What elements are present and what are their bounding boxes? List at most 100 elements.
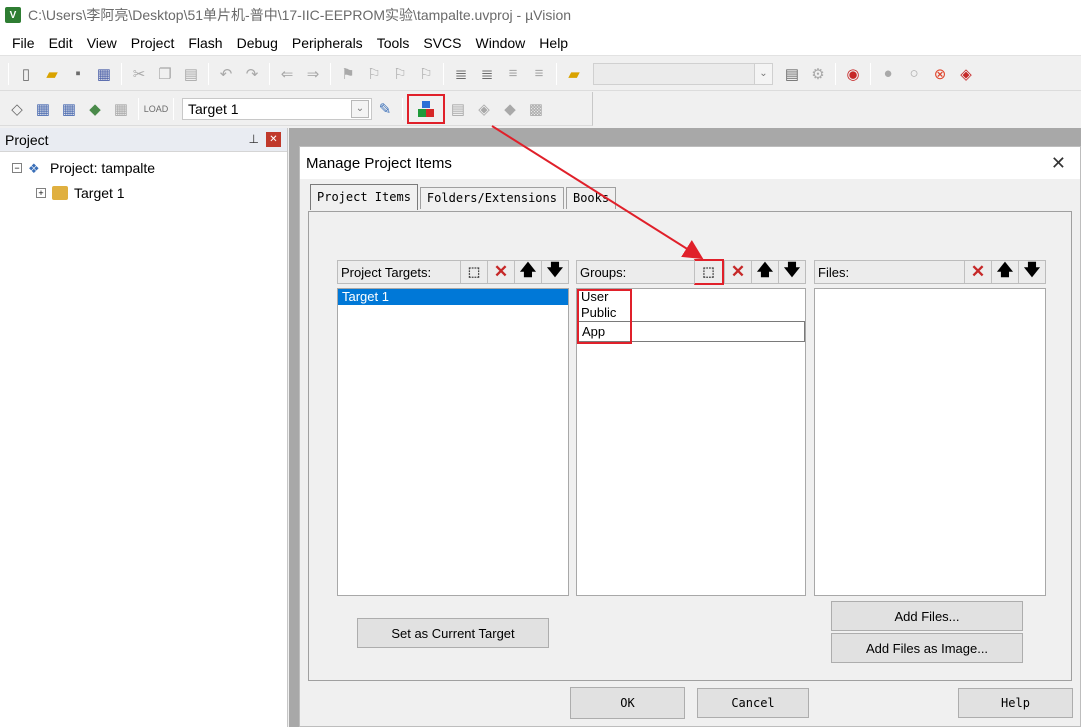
list-item[interactable]: Target 1: [338, 289, 568, 305]
download-icon[interactable]: LOAD: [143, 96, 169, 122]
chevron-down-icon[interactable]: ⌄: [754, 63, 772, 84]
save-all-icon[interactable]: ▦: [91, 61, 117, 87]
more-options-icon[interactable]: ◈: [953, 61, 979, 87]
breakpoint-icon[interactable]: ●: [875, 61, 901, 87]
chevron-down-icon[interactable]: ⌄: [351, 99, 369, 118]
clear-bookmarks-icon[interactable]: ⚐: [413, 61, 439, 87]
undo-icon[interactable]: ↶: [213, 61, 239, 87]
tree-item-target[interactable]: + Target 1: [36, 185, 125, 201]
comment-icon[interactable]: ≡: [500, 61, 526, 87]
cut-icon[interactable]: ✂: [126, 61, 152, 87]
move-down-icon[interactable]: 🡇: [541, 261, 568, 283]
tab-books[interactable]: Books: [565, 187, 617, 209]
menu-tools[interactable]: Tools: [370, 30, 417, 56]
nav-back-icon[interactable]: ⇐: [274, 61, 300, 87]
tree-item-project[interactable]: − ❖ Project: tampalte: [12, 160, 155, 176]
targets-header: Project Targets: ⬚ ✕ 🡅 🡇: [337, 260, 569, 284]
menu-peripherals[interactable]: Peripherals: [285, 30, 370, 56]
target-options-icon[interactable]: ✎: [372, 96, 398, 122]
dialog-title: Manage Project Items: [306, 154, 452, 172]
unindent-icon[interactable]: ≣: [474, 61, 500, 87]
files-header-label: Files:: [818, 264, 850, 280]
select-packs-icon[interactable]: ▤: [445, 96, 471, 122]
set-current-target-button[interactable]: Set as Current Target: [357, 618, 549, 648]
kill-breakpoints-icon[interactable]: ⊗: [927, 61, 953, 87]
delete-group-icon[interactable]: ✕: [724, 261, 751, 283]
debug-config-icon[interactable]: ⚙: [805, 61, 831, 87]
menu-flash[interactable]: Flash: [181, 30, 229, 56]
collapse-icon[interactable]: −: [12, 163, 22, 173]
pin-icon[interactable]: ⊥: [249, 132, 259, 146]
files-header: Files: ✕ 🡅 🡇: [814, 260, 1046, 284]
add-files-button[interactable]: Add Files...: [831, 601, 1023, 631]
disable-breakpoint-icon[interactable]: ○: [901, 61, 927, 87]
project-icon: ❖: [28, 161, 40, 176]
close-icon[interactable]: ✕: [1051, 153, 1066, 174]
indent-icon[interactable]: ≣: [448, 61, 474, 87]
build-icon[interactable]: ▦: [30, 96, 56, 122]
copy-icon[interactable]: ❐: [152, 61, 178, 87]
menu-file[interactable]: File: [5, 30, 42, 56]
save-icon[interactable]: ▪: [65, 61, 91, 87]
groups-list[interactable]: User Public App: [576, 288, 806, 596]
tab-project-items[interactable]: Project Items: [310, 184, 418, 210]
targets-list[interactable]: Target 1: [337, 288, 569, 596]
project-panel: Project ⊥ ✕ − ❖ Project: tampalte + Targ…: [0, 128, 288, 727]
toolbar-separator: [121, 62, 122, 85]
toolbar-separator: [835, 62, 836, 85]
menu-window[interactable]: Window: [469, 30, 533, 56]
move-down-icon[interactable]: 🡇: [778, 261, 805, 283]
new-group-icon[interactable]: ⬚: [694, 259, 724, 285]
targets-panel: Project Targets: ⬚ ✕ 🡅 🡇 Target 1: [337, 260, 569, 596]
move-up-icon[interactable]: 🡅: [751, 261, 778, 283]
pack-installer-icon[interactable]: ◆: [497, 96, 523, 122]
project-panel-title: Project: [5, 131, 49, 148]
menu-edit[interactable]: Edit: [42, 30, 80, 56]
start-debug-icon[interactable]: ◉: [840, 61, 866, 87]
next-bookmark-icon[interactable]: ⚐: [387, 61, 413, 87]
close-icon[interactable]: ✕: [266, 132, 281, 147]
groups-header: Groups: ⬚ ✕ 🡅 🡇: [576, 259, 806, 285]
delete-target-icon[interactable]: ✕: [487, 261, 514, 283]
move-up-icon[interactable]: 🡅: [514, 261, 541, 283]
ok-button[interactable]: OK: [570, 687, 685, 719]
paste-icon[interactable]: ▤: [178, 61, 204, 87]
delete-file-icon[interactable]: ✕: [964, 261, 991, 283]
dialog-tabs: Project Items Folders/Extensions Books: [310, 184, 618, 210]
target-select[interactable]: Target 1 ⌄: [182, 97, 372, 120]
files-list[interactable]: [814, 288, 1046, 596]
find-in-files-icon[interactable]: ▰: [561, 61, 587, 87]
tab-folders-extensions[interactable]: Folders/Extensions: [419, 187, 564, 209]
open-folder-icon[interactable]: ▰: [39, 61, 65, 87]
uncomment-icon[interactable]: ≡: [526, 61, 552, 87]
nav-forward-icon[interactable]: ⇒: [300, 61, 326, 87]
project-panel-header: Project ⊥ ✕: [0, 128, 287, 152]
stop-build-icon[interactable]: ▦: [108, 96, 134, 122]
menu-svcs[interactable]: SVCS: [416, 30, 468, 56]
batch-build-icon[interactable]: ◆: [82, 96, 108, 122]
find-combo[interactable]: ⌄: [593, 62, 773, 85]
prev-bookmark-icon[interactable]: ⚐: [361, 61, 387, 87]
menu-project[interactable]: Project: [124, 30, 182, 56]
add-files-as-image-button[interactable]: Add Files as Image...: [831, 633, 1023, 663]
incremental-find-icon[interactable]: ▤: [779, 61, 805, 87]
translate-icon[interactable]: ◇: [4, 96, 30, 122]
new-file-icon[interactable]: ▯: [13, 61, 39, 87]
rebuild-icon[interactable]: ▦: [56, 96, 82, 122]
cancel-button[interactable]: Cancel: [697, 688, 809, 718]
menu-debug[interactable]: Debug: [230, 30, 285, 56]
help-button[interactable]: Help: [958, 688, 1073, 718]
new-target-icon[interactable]: ⬚: [460, 261, 487, 283]
redo-icon[interactable]: ↷: [239, 61, 265, 87]
multi-project-icon[interactable]: ▩: [523, 96, 549, 122]
manage-project-items-glyph: [418, 100, 434, 117]
move-up-icon[interactable]: 🡅: [991, 261, 1018, 283]
expand-icon[interactable]: +: [36, 188, 46, 198]
menu-view[interactable]: View: [80, 30, 124, 56]
manage-project-items-dialog: Manage Project Items ✕ Project Items Fol…: [299, 146, 1081, 727]
manage-rte-icon[interactable]: ◈: [471, 96, 497, 122]
manage-project-items-icon[interactable]: [407, 93, 445, 124]
menu-help[interactable]: Help: [532, 30, 575, 56]
move-down-icon[interactable]: 🡇: [1018, 261, 1045, 283]
bookmark-icon[interactable]: ⚑: [335, 61, 361, 87]
